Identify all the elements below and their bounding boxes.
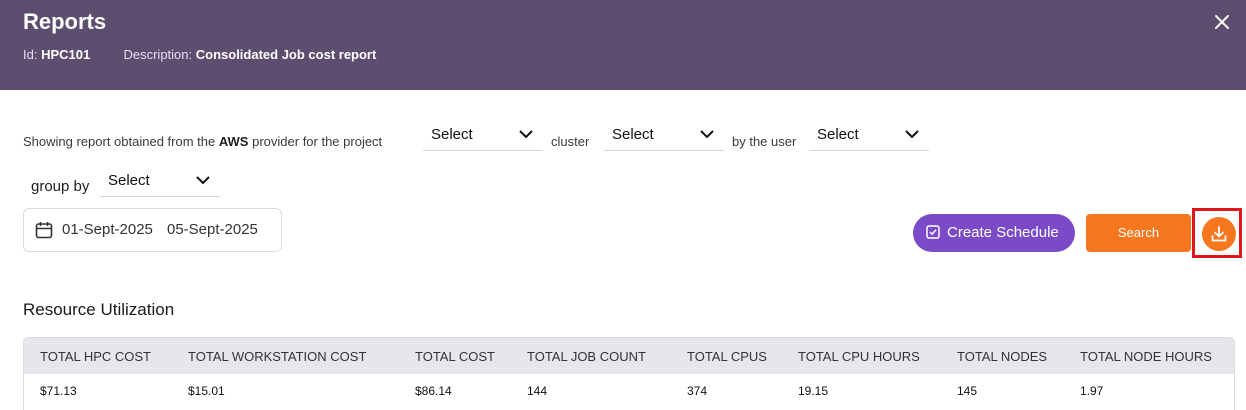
download-button[interactable] bbox=[1202, 217, 1236, 251]
user-select[interactable]: Select bbox=[809, 120, 929, 151]
page-title: Reports bbox=[23, 9, 107, 34]
report-header: Reports Id: HPC101 Description: Consolid… bbox=[0, 0, 1246, 90]
cluster-select[interactable]: Select bbox=[604, 120, 724, 151]
group-by-select[interactable]: Select bbox=[100, 166, 220, 197]
project-select[interactable]: Select bbox=[423, 120, 543, 151]
chevron-down-icon bbox=[196, 176, 210, 185]
group-by-label: group by bbox=[31, 178, 90, 195]
section-title: Resource Utilization bbox=[23, 300, 175, 319]
report-meta: Id: HPC101 Description: Consolidated Job… bbox=[23, 47, 376, 62]
resource-utilization-table: TOTAL HPC COST TOTAL WORKSTATION COST TO… bbox=[23, 337, 1235, 410]
description-label: Description: bbox=[123, 47, 193, 62]
column-header: TOTAL NODE HOURS bbox=[1080, 349, 1212, 364]
filter-text-cluster: cluster bbox=[551, 134, 590, 149]
column-header: TOTAL CPUS bbox=[687, 349, 767, 364]
column-header: TOTAL CPU HOURS bbox=[798, 349, 920, 364]
chevron-down-icon bbox=[700, 130, 714, 139]
column-header: TOTAL HPC COST bbox=[40, 349, 151, 364]
table-cell: 19.15 bbox=[798, 384, 829, 398]
create-schedule-button[interactable]: Create Schedule bbox=[913, 214, 1075, 252]
column-header: TOTAL COST bbox=[415, 349, 495, 364]
description-value: Consolidated Job cost report bbox=[195, 47, 377, 62]
table-cell: $71.13 bbox=[40, 384, 77, 398]
filter-sentence: Showing report obtained from the AWS pro… bbox=[0, 120, 1246, 152]
column-header: TOTAL JOB COUNT bbox=[527, 349, 646, 364]
table-cell: 144 bbox=[527, 384, 548, 398]
table-cell: 374 bbox=[687, 384, 708, 398]
table-header: TOTAL HPC COST TOTAL WORKSTATION COST TO… bbox=[24, 338, 1234, 374]
date-range-picker[interactable]: 01-Sept-2025 05-Sept-2025 bbox=[23, 208, 282, 252]
table-cell: $15.01 bbox=[188, 384, 225, 398]
provider-name: AWS bbox=[218, 134, 249, 149]
table-cell: 1.97 bbox=[1080, 384, 1104, 398]
table-cell: $86.14 bbox=[415, 384, 452, 398]
calendar-check-icon bbox=[926, 225, 940, 239]
end-date: 05-Sept-2025 bbox=[167, 221, 258, 238]
close-icon[interactable] bbox=[1212, 12, 1232, 32]
table-cell: 145 bbox=[957, 384, 978, 398]
filter-text-user: by the user bbox=[732, 134, 797, 149]
calendar-icon bbox=[35, 222, 53, 239]
start-date: 01-Sept-2025 bbox=[62, 221, 153, 238]
column-header: TOTAL NODES bbox=[957, 349, 1048, 364]
id-label: Id: bbox=[23, 47, 38, 62]
chevron-down-icon bbox=[519, 130, 533, 139]
create-schedule-label: Create Schedule bbox=[947, 224, 1059, 241]
search-button[interactable]: Search bbox=[1086, 214, 1191, 252]
filter-text-provider: Showing report obtained from the AWS pro… bbox=[23, 134, 383, 149]
chevron-down-icon bbox=[905, 130, 919, 139]
column-header: TOTAL WORKSTATION COST bbox=[188, 349, 367, 364]
download-icon bbox=[1211, 226, 1227, 242]
id-value: HPC101 bbox=[41, 47, 91, 62]
